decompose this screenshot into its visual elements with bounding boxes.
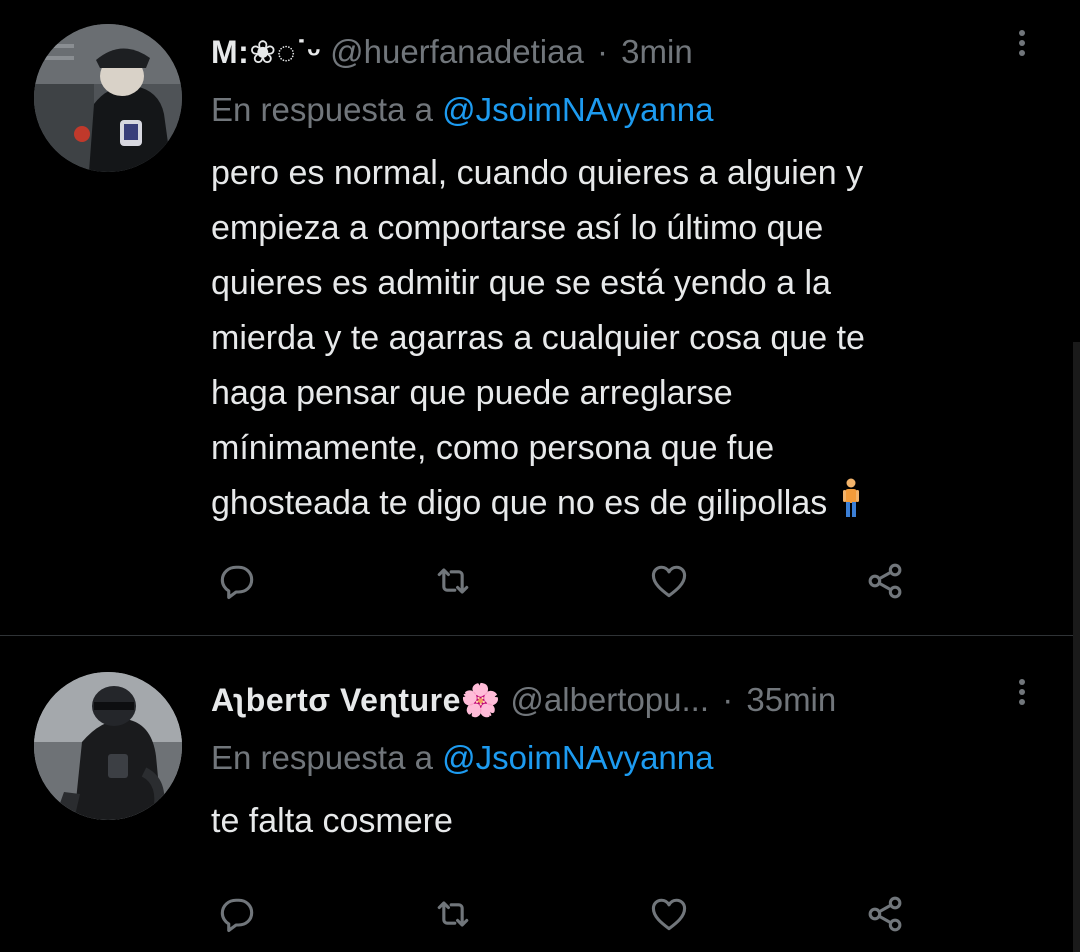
timestamp[interactable]: 35min [746,681,836,718]
display-name[interactable]: Aʅbertσ Veɳture🌸 [211,682,501,718]
heart-icon[interactable] [645,557,693,605]
display-name[interactable]: M:❀◌˙ᵕ [211,34,321,70]
tweet-text: pero es normal, cuando quieres a alguien… [211,146,1011,531]
reply-mention-link[interactable]: @JsoimNAvyanna [442,739,713,776]
reply-context: En respuesta a @JsoimNAvyanna [211,736,714,780]
tweet-header: Aʅbertσ Veɳture🌸 @albertopu... · 35min [211,678,1080,722]
more-vertical-icon[interactable] [1011,675,1033,715]
avatar[interactable] [34,24,182,172]
tweet-actions [0,890,1080,940]
retweet-icon[interactable] [429,557,477,605]
more-vertical-icon[interactable] [1011,26,1033,66]
tweet-text-content: pero es normal, cuando quieres a alguien… [211,154,865,522]
avatar[interactable] [34,672,182,820]
heart-icon[interactable] [645,890,693,938]
scrollbar[interactable] [1073,342,1080,952]
tweet-actions [0,557,1080,607]
tweet[interactable]: Aʅbertσ Veɳture🌸 @albertopu... · 35min E… [0,637,1080,952]
tweet-text: te falta cosmere [211,794,1011,849]
separator-dot: · [596,33,608,70]
person-standing-icon [841,478,861,518]
reply-context: En respuesta a @JsoimNAvyanna [211,88,714,132]
separator-dot: · [722,681,734,718]
tweet-header: M:❀◌˙ᵕ @huerfanadetiaa · 3min [211,30,1080,74]
reply-mention-link[interactable]: @JsoimNAvyanna [442,91,713,128]
retweet-icon[interactable] [429,890,477,938]
tweet[interactable]: M:❀◌˙ᵕ @huerfanadetiaa · 3min En respues… [0,0,1080,636]
timestamp[interactable]: 3min [621,33,693,70]
tweet-divider [0,635,1080,636]
share-icon[interactable] [861,890,909,938]
share-icon[interactable] [861,557,909,605]
comment-bubble-icon[interactable] [213,557,261,605]
tweet-text-content: te falta cosmere [211,802,453,840]
user-handle[interactable]: @huerfanadetiaa [330,33,584,70]
comment-bubble-icon[interactable] [213,890,261,938]
user-handle[interactable]: @albertopu... [510,681,709,718]
reply-prefix: En respuesta a [211,739,433,776]
reply-prefix: En respuesta a [211,91,433,128]
